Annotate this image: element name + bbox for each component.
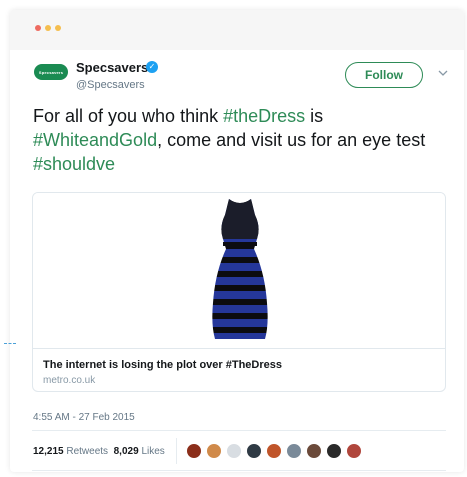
author-name[interactable]: Specsavers [76, 60, 148, 75]
chevron-down-icon[interactable] [438, 68, 448, 78]
divider-bottom [32, 470, 446, 471]
liker-avatar[interactable] [186, 443, 202, 459]
verified-badge-icon: ✓ [146, 61, 158, 73]
avatar-label: Specsavers [38, 69, 64, 75]
follow-button[interactable]: Follow [345, 62, 423, 88]
hashtag-link[interactable]: #shouldve [33, 154, 115, 174]
liker-avatar[interactable] [246, 443, 262, 459]
hashtag-link[interactable]: #theDress [223, 106, 305, 126]
stats-divider [176, 438, 177, 464]
maximize-dot-icon[interactable] [55, 25, 61, 31]
tweet-timestamp[interactable]: 4:55 AM - 27 Feb 2015 [33, 412, 135, 423]
close-dot-icon[interactable] [35, 25, 41, 31]
liker-avatar[interactable] [346, 443, 362, 459]
retweets-count[interactable]: 12,215 [33, 446, 64, 457]
link-card[interactable]: The internet is losing the plot over #Th… [32, 192, 446, 392]
engagement-stats: 12,215 Retweets 8,029 Likes [33, 446, 165, 457]
card-divider [33, 348, 445, 349]
guide-mark [4, 343, 16, 345]
tweet-text-segment: is [305, 106, 324, 126]
liker-avatar[interactable] [266, 443, 282, 459]
liker-avatar[interactable] [286, 443, 302, 459]
tweet-text: For all of you who think #theDress is #W… [33, 104, 453, 176]
tweet-text-segment: For all of you who think [33, 106, 224, 126]
divider [32, 430, 446, 431]
avatar[interactable]: Specsavers [34, 64, 68, 80]
author-handle[interactable]: @Specsavers [76, 79, 145, 91]
window-titlebar [10, 10, 464, 50]
liker-avatar[interactable] [326, 443, 342, 459]
liker-avatar[interactable] [226, 443, 242, 459]
liker-avatar[interactable] [306, 443, 322, 459]
card-domain: metro.co.uk [43, 375, 96, 386]
liker-avatar[interactable] [206, 443, 222, 459]
dress-image [33, 193, 445, 348]
hashtag-link[interactable]: #WhiteandGold [33, 130, 157, 150]
minimize-dot-icon[interactable] [45, 25, 51, 31]
tweet-text-segment: , come and visit us for an eye test [157, 130, 426, 150]
likes-count[interactable]: 8,029 [114, 446, 139, 457]
retweets-label[interactable]: Retweets [66, 446, 108, 457]
likes-label[interactable]: Likes [141, 446, 164, 457]
card-title[interactable]: The internet is losing the plot over #Th… [43, 359, 282, 371]
